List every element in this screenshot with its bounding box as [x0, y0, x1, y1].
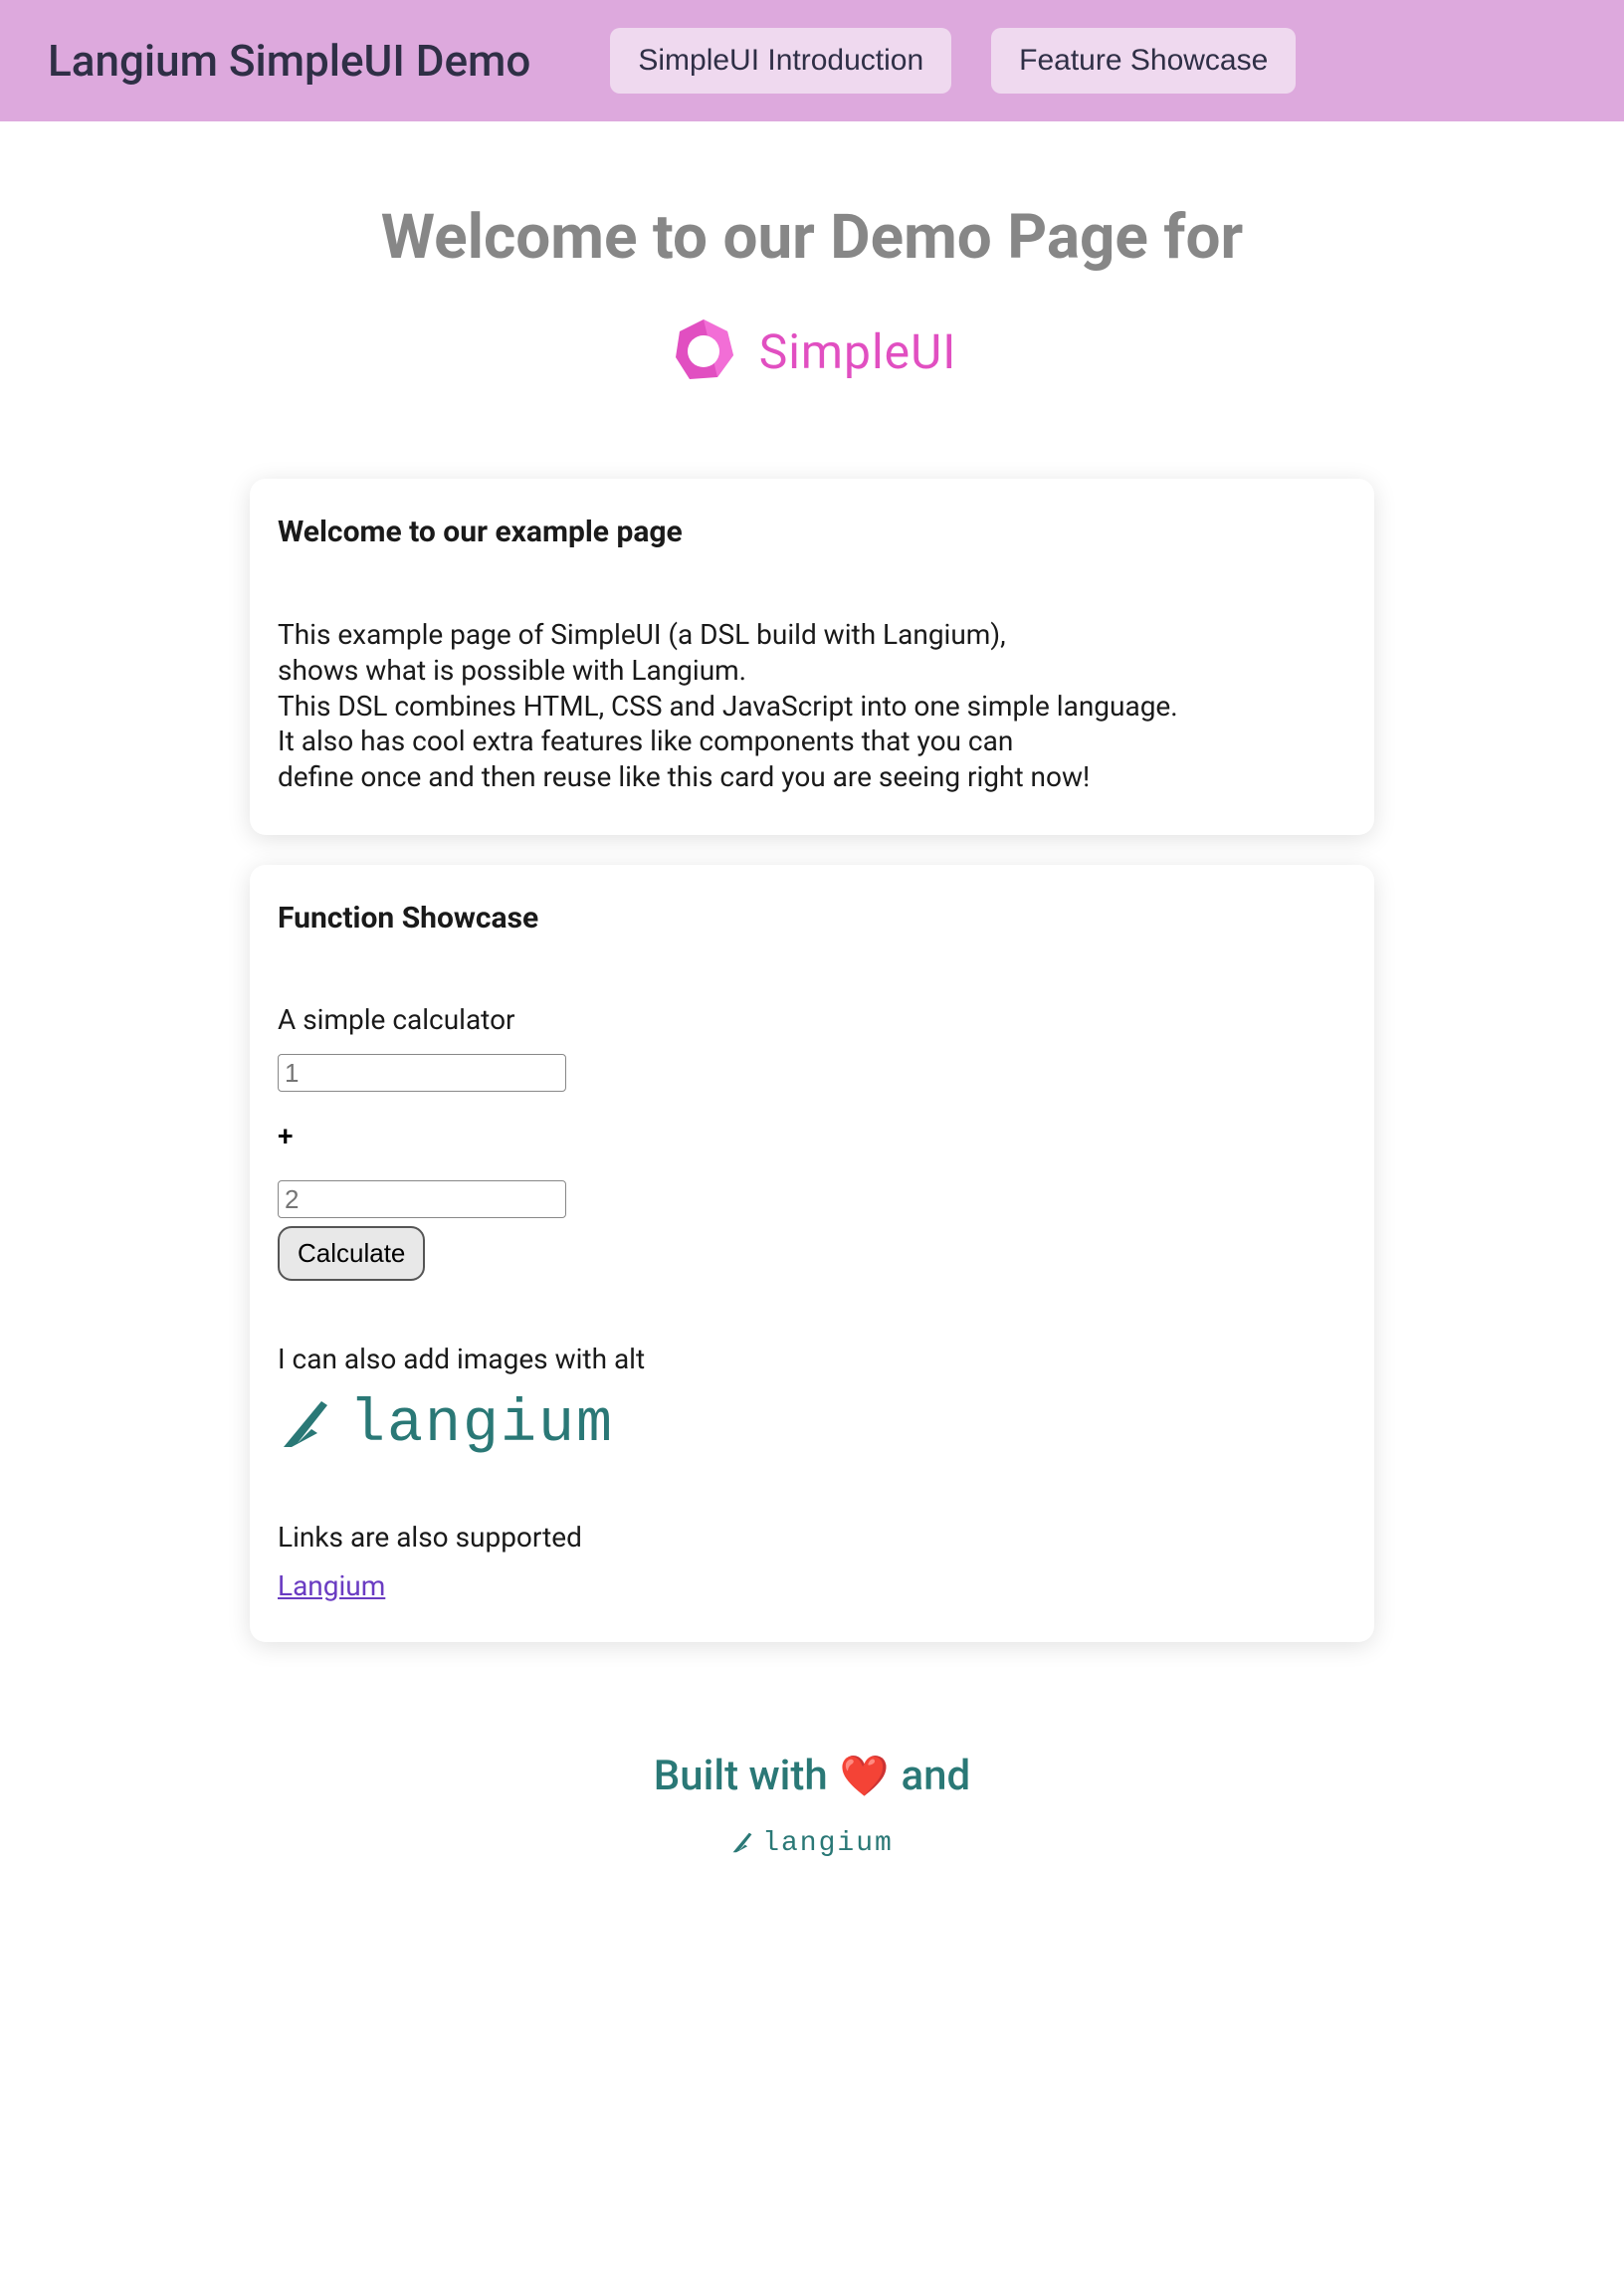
footer-and: and [902, 1752, 971, 1800]
calculator-input-1[interactable] [278, 1054, 566, 1092]
images-section-text: I can also add images with alt [278, 1343, 1346, 1375]
langium-logo: langium [278, 1391, 1346, 1459]
langium-link[interactable]: Langium [278, 1569, 385, 1602]
heart-icon: ❤️ [840, 1753, 890, 1799]
tab-simpleui-introduction[interactable]: SimpleUI Introduction [610, 28, 951, 94]
links-section-text: Links are also supported [278, 1521, 1346, 1554]
topbar: Langium SimpleUI Demo SimpleUI Introduct… [0, 0, 1624, 121]
app-title: Langium SimpleUI Demo [48, 35, 530, 87]
simpleui-logo-text: SimpleUI [759, 323, 957, 380]
calculator-input-2[interactable] [278, 1180, 566, 1218]
footer-text: Built with ❤️ and [654, 1752, 970, 1800]
footer: Built with ❤️ and langium [0, 1712, 1624, 1919]
simpleui-logo: SimpleUI [250, 313, 1374, 389]
calculator-label: A simple calculator [278, 1003, 1346, 1036]
plus-sign: + [278, 1120, 1346, 1152]
footer-logo-text: langium [762, 1828, 894, 1859]
hero-title: Welcome to our Demo Page for [250, 201, 1374, 274]
calculate-button[interactable]: Calculate [278, 1226, 425, 1281]
footer-langium-logo: langium [0, 1828, 1624, 1859]
simpleui-logo-icon [668, 313, 739, 389]
card-welcome-title: Welcome to our example page [278, 515, 1346, 549]
langium-feather-icon [278, 1393, 333, 1457]
tab-feature-showcase[interactable]: Feature Showcase [991, 28, 1296, 94]
main-content: Welcome to our Demo Page for SimpleUI We… [250, 121, 1374, 1712]
card-function-showcase: Function Showcase A simple calculator + … [250, 865, 1374, 1642]
footer-built-with: Built with [654, 1752, 828, 1800]
langium-logo-text: langium [349, 1391, 614, 1459]
footer-feather-icon [730, 1829, 754, 1859]
card-welcome-body: This example page of SimpleUI (a DSL bui… [278, 617, 1346, 795]
card-showcase-title: Function Showcase [278, 901, 1346, 935]
card-welcome: Welcome to our example page This example… [250, 479, 1374, 835]
